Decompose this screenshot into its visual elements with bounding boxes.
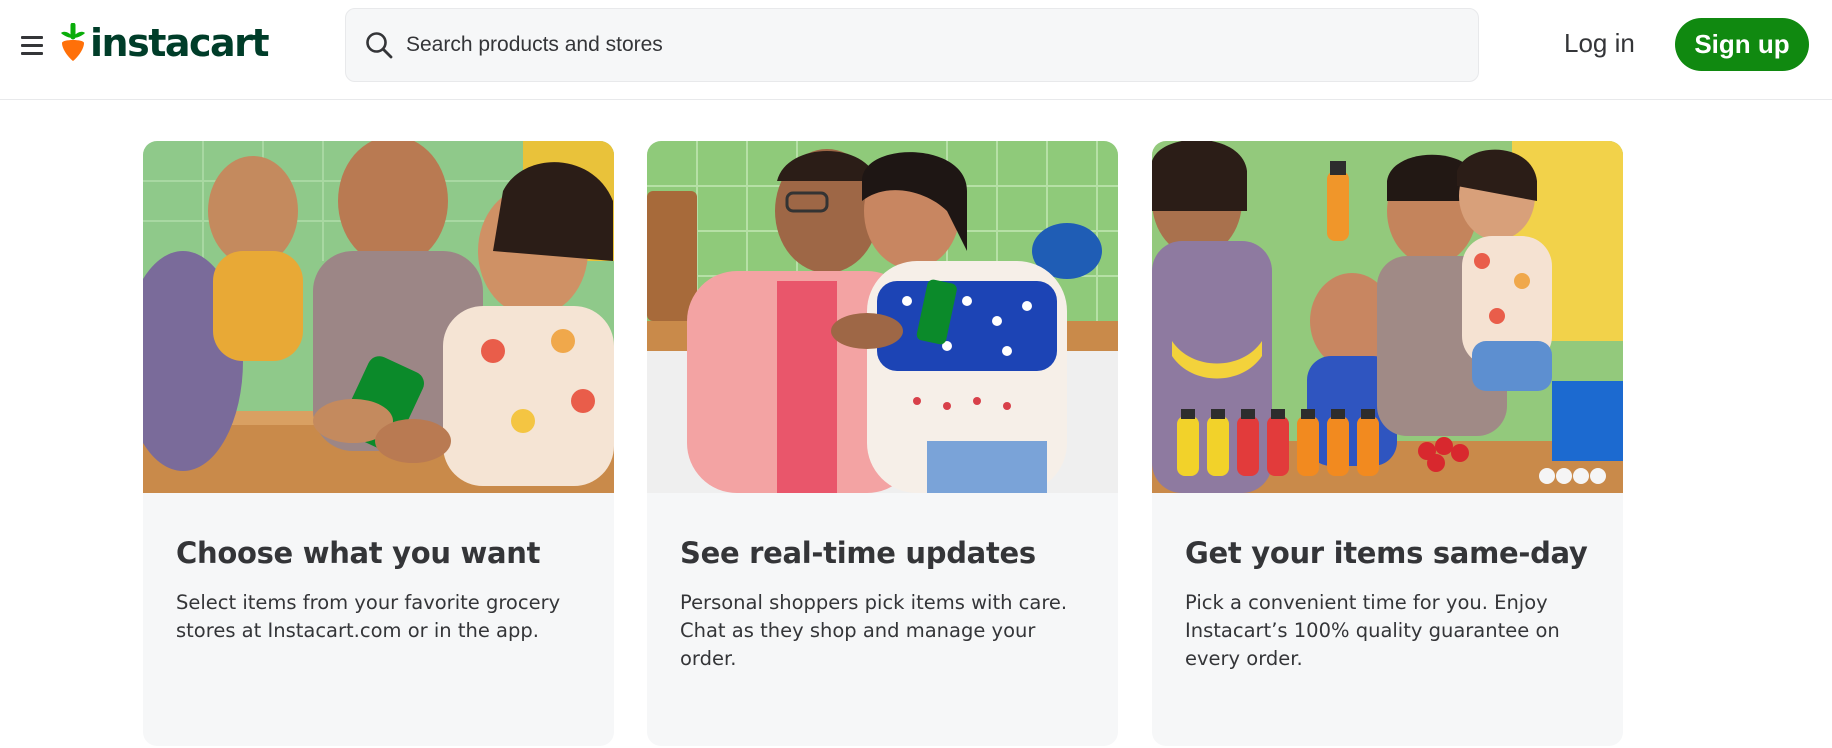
card-description: Pick a convenient time for you. Enjoy In… xyxy=(1185,591,1560,670)
card-title: Choose what you want xyxy=(176,536,541,570)
feature-card-choose: Choose what you want Select items from y… xyxy=(143,141,614,746)
login-link[interactable]: Log in xyxy=(1564,28,1635,59)
card-title: See real-time updates xyxy=(680,536,1036,570)
card-description: Select items from your favorite grocery … xyxy=(176,591,561,642)
card-description: Personal shoppers pick items with care. … xyxy=(680,591,1068,670)
brand-name: instacart xyxy=(90,21,270,65)
card-title: Get your items same-day xyxy=(1185,536,1588,570)
family-shopping-phone-photo xyxy=(143,141,614,493)
couple-with-phone-photo xyxy=(647,141,1118,493)
instacart-logo[interactable]: instacart xyxy=(58,20,270,66)
carrot-logo-icon xyxy=(61,23,85,61)
feature-card-updates: See real-time updates Personal shoppers … xyxy=(647,141,1118,746)
search-icon xyxy=(366,32,393,59)
family-with-groceries-photo xyxy=(1152,141,1623,493)
signup-button[interactable]: Sign up xyxy=(1675,18,1809,71)
search-bar[interactable] xyxy=(345,8,1479,82)
search-input[interactable] xyxy=(406,33,1306,57)
hamburger-menu-icon[interactable] xyxy=(18,31,48,61)
top-header: instacart Log in Sign up xyxy=(0,0,1832,100)
feature-card-same-day: Get your items same-day Pick a convenien… xyxy=(1152,141,1623,746)
